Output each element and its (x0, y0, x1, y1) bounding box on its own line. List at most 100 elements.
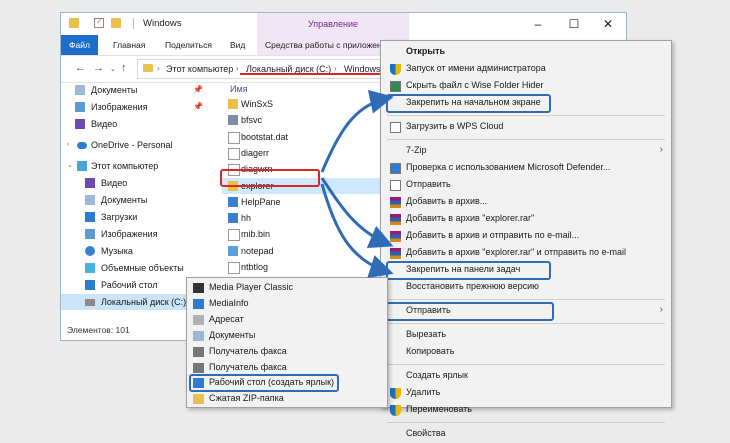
status-bar: Элементов: 101 (67, 325, 130, 335)
sidebar-item-pictures[interactable]: Изображения 📌 (75, 99, 211, 115)
tab-view[interactable]: Вид (230, 35, 245, 55)
context-menu-item[interactable]: Добавить в архив "explorer.rar" и отправ… (381, 245, 671, 262)
context-menu-item[interactable]: Вырезать (381, 327, 671, 344)
minimize-icon[interactable]: – (531, 17, 545, 31)
context-menu-item[interactable]: Запуск от имени администратора (381, 61, 671, 78)
chevron-right-icon[interactable]: › (67, 137, 69, 153)
chevron-down-icon[interactable]: ⌄ (67, 158, 73, 174)
context-menu-label: Добавить в архив... (406, 196, 488, 206)
file-name: notepad (241, 245, 274, 256)
file-file-icon (228, 147, 240, 160)
send-to-item[interactable]: Документы (187, 328, 387, 344)
context-menu-item[interactable]: Добавить в архив... (381, 194, 671, 211)
context-menu-item[interactable]: 7-Zip › (381, 143, 671, 160)
tab-share[interactable]: Поделиться (165, 35, 212, 55)
send-to-label: Адресат (209, 313, 244, 324)
back-icon[interactable]: ← (75, 62, 86, 74)
maximize-icon[interactable]: ☐ (567, 17, 581, 31)
send-to-item[interactable]: Получатель факса (187, 360, 387, 376)
tab-file[interactable]: Файл (61, 35, 98, 55)
rar-icon (390, 231, 401, 242)
recent-chevron-icon[interactable]: ⌄ (110, 65, 116, 73)
highlight-outline (189, 374, 339, 393)
file-row[interactable]: HelpPane (222, 194, 332, 210)
context-menu-item[interactable]: Скрыть файл с Wise Folder Hider (381, 78, 671, 95)
pictures-icon (85, 229, 95, 239)
send-to-item[interactable]: Адресат (187, 312, 387, 328)
context-menu-item[interactable]: Создать ярлык (381, 368, 671, 385)
computer-icon (77, 161, 87, 171)
up-icon[interactable]: ↑ (121, 62, 127, 74)
pin-icon[interactable]: 📌 (193, 82, 203, 98)
notepad-file-icon (228, 245, 238, 256)
3d-objects-icon (85, 263, 95, 273)
file-name: HelpPane (241, 196, 281, 207)
file-row[interactable]: diagerr (222, 145, 332, 161)
menu-separator (387, 422, 665, 423)
pin-icon[interactable]: 📌 (193, 99, 203, 115)
context-menu-item[interactable]: Проверка с использованием Microsoft Defe… (381, 160, 671, 177)
context-menu-label: Добавить в архив и отправить по e-mail..… (406, 230, 580, 240)
file-row[interactable]: bfsvc (222, 112, 332, 128)
file-row[interactable]: notepad (222, 243, 332, 259)
tab-home[interactable]: Главная (113, 35, 145, 55)
file-row[interactable]: hh (222, 210, 332, 226)
window-title: Windows (143, 18, 182, 29)
file-row[interactable]: bootstat.dat (222, 129, 332, 145)
send-to-item[interactable]: Media Player Classic (187, 280, 387, 296)
sidebar-item-documents[interactable]: Документы (85, 192, 211, 208)
sidebar-item-label: Документы (101, 195, 148, 205)
cloud-icon (390, 122, 401, 133)
context-menu-item[interactable]: Отправить (381, 177, 671, 194)
new-folder-icon[interactable] (111, 18, 121, 28)
send-to-item[interactable]: Получатель факса (187, 344, 387, 360)
properties-icon[interactable] (94, 17, 104, 28)
sidebar-item-label: Музыка (101, 246, 133, 256)
sidebar-item-onedrive[interactable]: › OneDrive - Personal (67, 137, 211, 153)
sidebar-item-documents[interactable]: Документы 📌 (75, 82, 211, 98)
music-icon (85, 246, 95, 256)
rar-icon (390, 197, 401, 208)
send-to-item[interactable]: Сжатая ZIP-папка (187, 391, 387, 407)
context-menu-label: Добавить в архив "explorer.rar" и отправ… (406, 247, 627, 257)
documents-icon (85, 195, 95, 205)
send-to-item[interactable]: MediaInfo (187, 296, 387, 312)
highlight-outline (386, 94, 551, 113)
context-menu-item[interactable]: Добавить в архив и отправить по e-mail..… (381, 228, 671, 245)
tab-manage[interactable]: Управление (257, 13, 409, 35)
defender-icon (390, 163, 401, 174)
folder-icon (143, 64, 153, 72)
tab-app-tools[interactable]: Средства работы с приложени (265, 35, 386, 55)
sidebar-item-video[interactable]: Видео (75, 116, 211, 132)
context-menu-item[interactable]: Загрузить в WPS Cloud (381, 119, 671, 136)
file-row[interactable]: mib.bin (222, 226, 332, 242)
close-icon[interactable]: ✕ (601, 17, 615, 31)
sidebar-item-3d-objects[interactable]: Объемные объекты (85, 260, 211, 276)
breadcrumb-separator: › (157, 64, 160, 73)
cloud-icon (77, 142, 87, 149)
context-menu-item[interactable]: Копировать (381, 344, 671, 361)
file-name: mib.bin (241, 229, 271, 240)
context-menu-item[interactable]: Восстановить прежнюю версию (381, 279, 671, 296)
column-header-name[interactable]: Имя (230, 84, 248, 94)
breadcrumb-this-pc[interactable]: Этот компьютер (166, 64, 233, 74)
forward-icon[interactable]: → (93, 62, 104, 74)
exe-file-icon (228, 115, 238, 126)
breadcrumb-separator: › (236, 64, 239, 73)
sidebar-item-video[interactable]: Видео (85, 175, 211, 191)
context-menu-item[interactable]: Удалить (381, 385, 671, 402)
context-menu-item[interactable]: Открыть (381, 44, 671, 61)
sidebar-item-pictures[interactable]: Изображения (85, 226, 211, 242)
sidebar-item-this-pc[interactable]: ⌄ Этот компьютер (67, 158, 211, 174)
breadcrumb[interactable]: › Этот компьютер › Локальный диск (C:) ›… (137, 59, 389, 79)
sidebar-item-music[interactable]: Музыка (85, 243, 211, 259)
shield-icon (390, 64, 401, 75)
file-row[interactable]: ntbtlog (222, 259, 332, 275)
sidebar-item-downloads[interactable]: Загрузки (85, 209, 211, 225)
context-menu-item[interactable]: Добавить в архив "explorer.rar" (381, 211, 671, 228)
file-row[interactable]: WinSxS (222, 96, 332, 112)
video-icon (75, 119, 85, 129)
sidebar-item-label: Этот компьютер (91, 161, 159, 171)
sidebar-item-label: Рабочий стол (101, 280, 158, 290)
context-menu-item[interactable]: Свойства (381, 426, 671, 443)
